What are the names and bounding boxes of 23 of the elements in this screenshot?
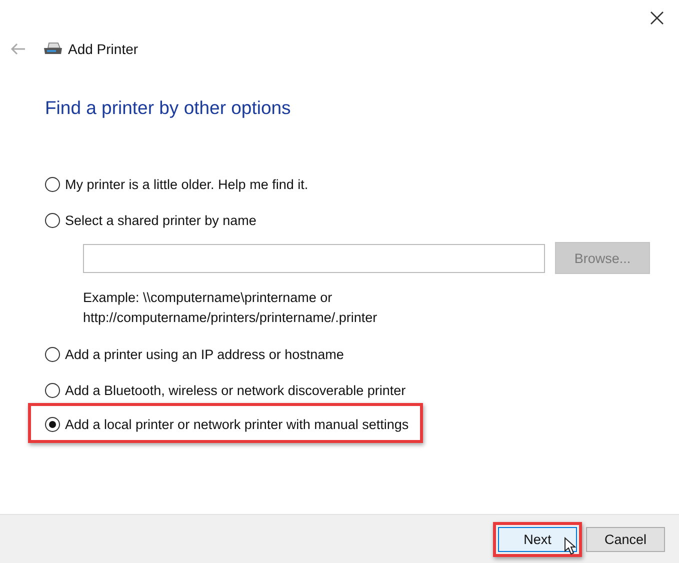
radio-button[interactable] (45, 176, 60, 192)
option-row[interactable]: Add a printer using an IP address or hostname (45, 344, 344, 364)
example-text: http://computername/printers/printername/.printer (83, 309, 378, 327)
printer-icon (43, 42, 63, 56)
example-text: Example: \\computername\printername or (83, 289, 334, 307)
dialog-button[interactable]: Cancel (586, 526, 665, 552)
option-label[interactable]: Add a Bluetooth, wireless or network discoverable printer (65, 382, 406, 398)
printer-name-field[interactable] (83, 244, 545, 272)
option-row[interactable]: Select a shared printer by name (45, 210, 256, 230)
option-label[interactable]: Add a printer using an IP address or hostname (65, 346, 344, 362)
option-label[interactable]: My printer is a little older. Help me find it. (65, 176, 308, 192)
option-label[interactable]: Add a local printer or network printer with manual settings (65, 416, 409, 432)
page-heading: Find a printer by other options (45, 97, 292, 119)
window-title: Add Printer (68, 41, 138, 57)
close-icon[interactable] (650, 11, 664, 25)
dialog-button[interactable]: Next (498, 526, 577, 552)
option-row[interactable]: My printer is a little older. Help me find it. (45, 174, 308, 194)
radio-button[interactable] (45, 212, 60, 228)
option-row[interactable]: Add a Bluetooth, wireless or network discoverable printer (45, 380, 406, 400)
radio-button[interactable] (45, 416, 60, 432)
radio-button[interactable] (45, 382, 60, 398)
option-label[interactable]: Select a shared printer by name (65, 212, 256, 228)
radio-button[interactable] (45, 346, 60, 362)
